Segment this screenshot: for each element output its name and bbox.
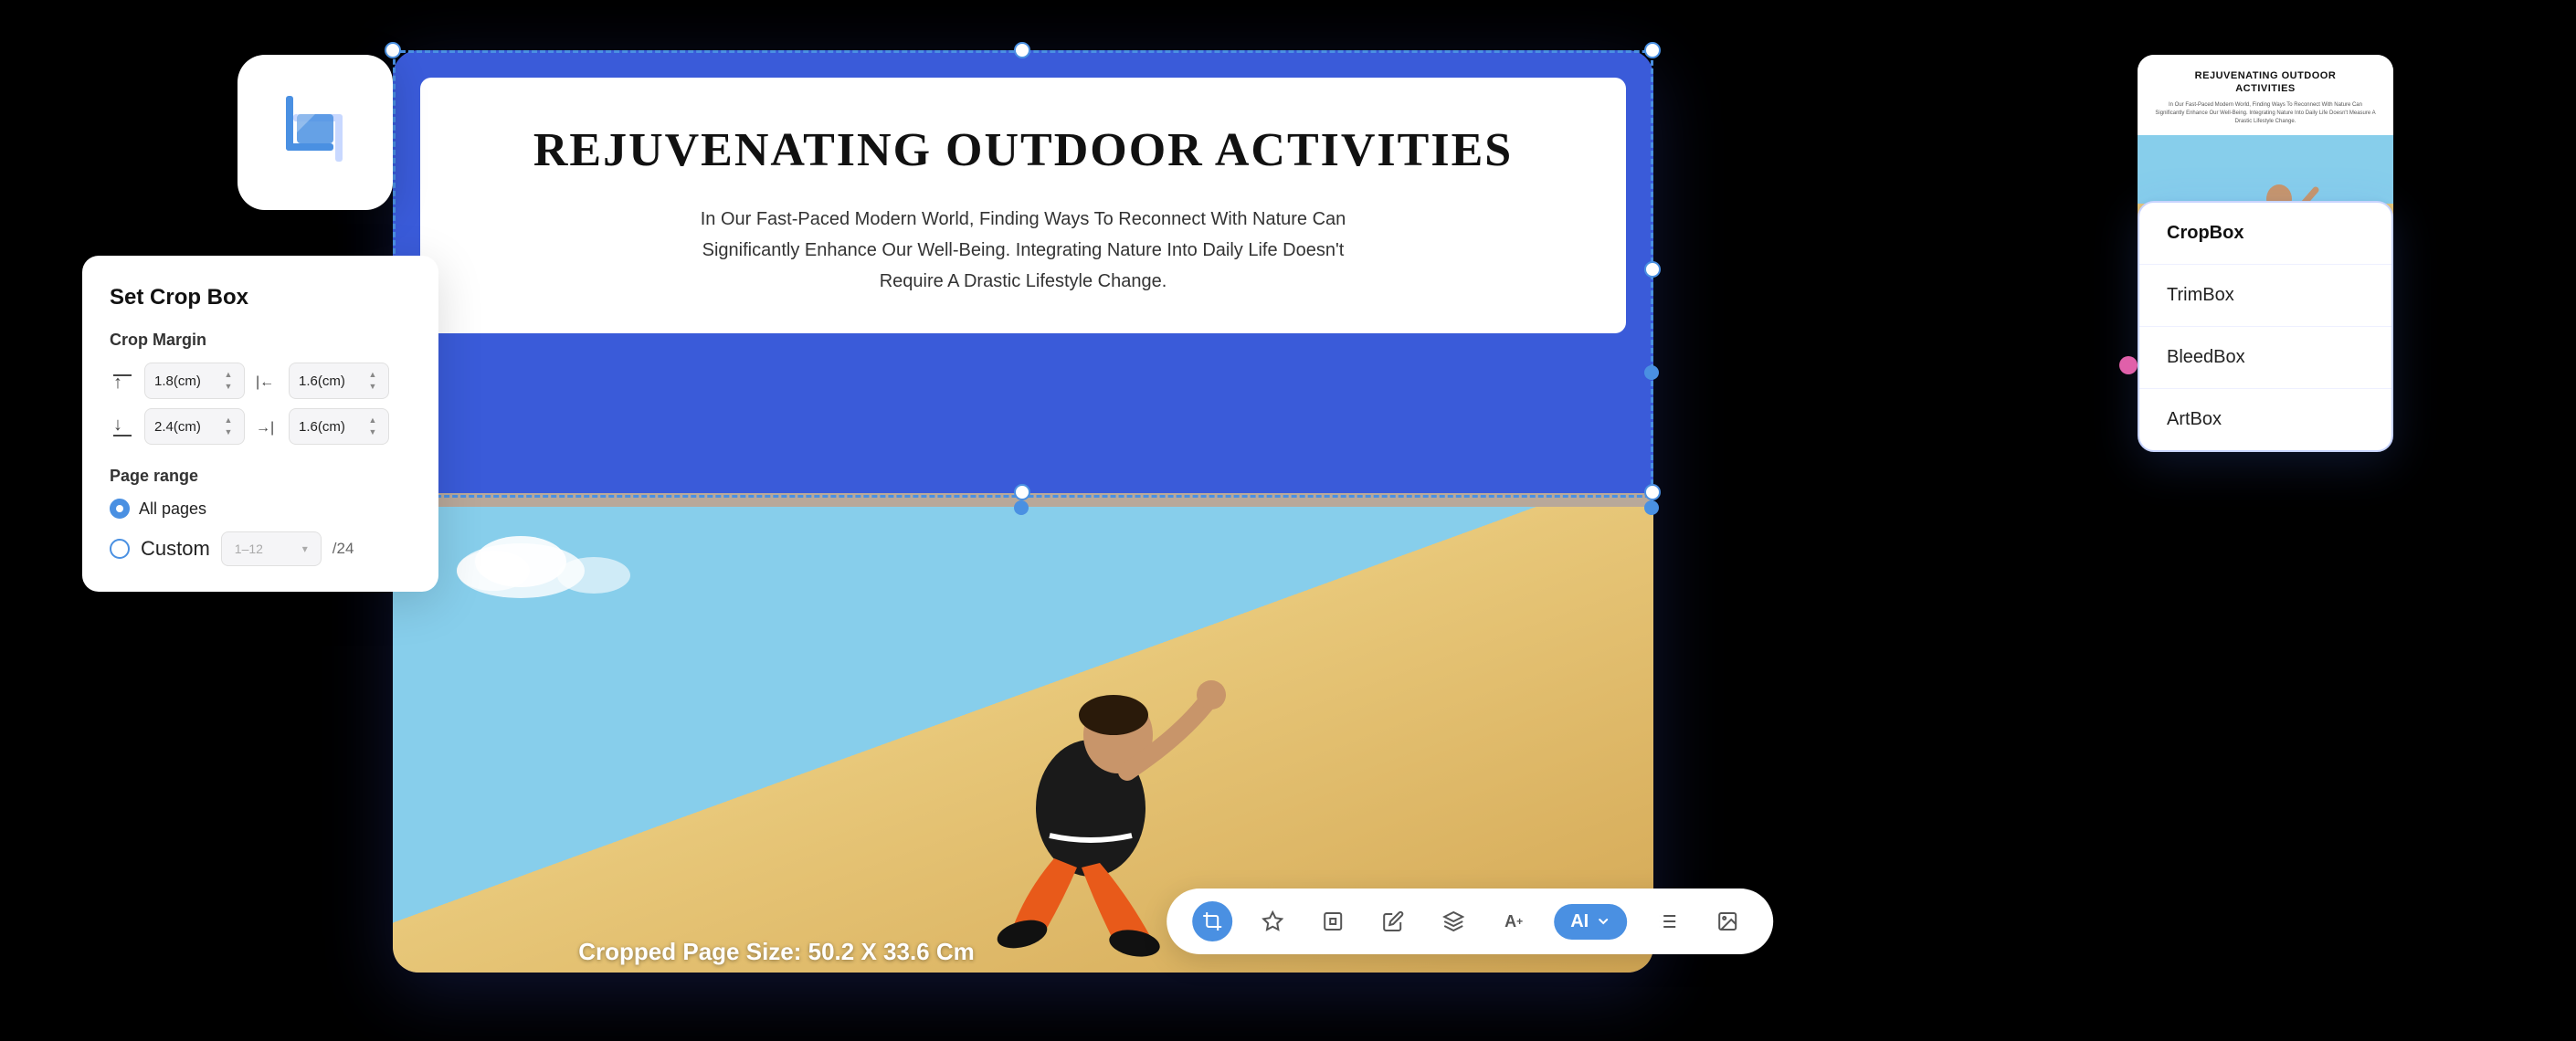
custom-row: Custom 1–12 ▾ /24 [110, 531, 411, 566]
text-tool-btn[interactable]: A+ [1494, 901, 1534, 941]
crop-dropdown: CropBox TrimBox BleedBox ArtBox [2138, 201, 2393, 452]
left-spinner[interactable]: ▲ ▼ [366, 370, 379, 393]
dropdown-item-cropbox[interactable]: CropBox [2139, 203, 2391, 265]
dropdown-item-artbox[interactable]: ArtBox [2139, 389, 2391, 450]
all-pages-radio[interactable] [110, 499, 130, 519]
handle-bc[interactable] [1014, 484, 1030, 500]
all-pages-row[interactable]: All pages [110, 499, 411, 519]
top-spin-up[interactable]: ▲ [222, 370, 235, 381]
crop-tool-btn[interactable] [1192, 901, 1232, 941]
handle-tc[interactable] [1014, 42, 1030, 58]
right-spin-up[interactable]: ▲ [366, 415, 379, 426]
svg-text:↓: ↓ [113, 415, 122, 435]
page-range-input[interactable]: 1–12 ▾ [221, 531, 322, 566]
cropped-size-label: Cropped Page Size: 50.2 X 33.6 Cm [578, 938, 975, 966]
handle-img-br[interactable] [1644, 500, 1659, 515]
page-range-section: Page range All pages Custom 1–12 ▾ /24 [110, 467, 411, 566]
dropdown-item-bleedbox[interactable]: BleedBox [2139, 327, 2391, 389]
bottom-spin-up[interactable]: ▲ [222, 415, 235, 426]
left-spin-down[interactable]: ▼ [366, 382, 379, 393]
svg-text:|←: |← [256, 374, 274, 390]
custom-radio[interactable] [110, 539, 130, 559]
star-tool-btn[interactable] [1252, 901, 1293, 941]
left-margin-icon: |← [254, 368, 280, 394]
panel-title: Set Crop Box [110, 285, 411, 310]
pdf-title: Rejuvenating Outdoor Activities [533, 123, 1513, 178]
crop-margin-label: Crop Margin [110, 331, 411, 350]
toolbar: A+ AI [1167, 889, 1773, 954]
image-tool-btn[interactable] [1707, 901, 1747, 941]
top-spinner[interactable]: ▲ ▼ [222, 370, 235, 393]
top-margin-icon: ↑ [110, 368, 135, 394]
connector-dot-pink [2119, 356, 2138, 374]
handle-mr[interactable] [1644, 261, 1661, 278]
thumb-title: Rejuvenating OutdoorActivities [2154, 69, 2377, 96]
right-margin-input[interactable]: 1.6(cm) ▲ ▼ [289, 408, 389, 445]
ai-tool-btn[interactable]: AI [1554, 904, 1627, 940]
bottom-spinner[interactable]: ▲ ▼ [222, 415, 235, 438]
total-pages-label: /24 [333, 540, 354, 558]
handle-img-mr[interactable] [1644, 365, 1659, 380]
left-margin-input[interactable]: 1.6(cm) ▲ ▼ [289, 363, 389, 399]
handle-img-bc[interactable] [1014, 500, 1029, 515]
crop-icon [269, 87, 361, 178]
thumb-body: In Our Fast-Paced Modern World, Finding … [2154, 101, 2377, 126]
all-pages-label: All pages [139, 499, 206, 519]
bottom-margin-icon: ↓ [110, 414, 135, 439]
handle-tl[interactable] [385, 42, 401, 58]
pdf-subtitle: In Our Fast-Paced Modern World, Finding … [694, 204, 1352, 297]
list-tool-btn[interactable] [1647, 901, 1687, 941]
right-spin-down[interactable]: ▼ [366, 427, 379, 438]
right-margin-icon: →| [254, 414, 280, 439]
right-spinner[interactable]: ▲ ▼ [366, 415, 379, 438]
svg-text:→|: →| [256, 420, 274, 436]
crop-icon-card [238, 55, 393, 210]
top-spin-down[interactable]: ▼ [222, 382, 235, 393]
bottom-margin-input[interactable]: 2.4(cm) ▲ ▼ [144, 408, 245, 445]
bottom-spin-down[interactable]: ▼ [222, 427, 235, 438]
edit-tool-btn[interactable] [1373, 901, 1413, 941]
scene: Rejuvenating Outdoor Activities In Our F… [0, 0, 2576, 1041]
thumbnail-text-area: Rejuvenating OutdoorActivities In Our Fa… [2138, 55, 2393, 135]
custom-label: Custom [141, 537, 210, 561]
fill-tool-btn[interactable] [1433, 901, 1473, 941]
top-margin-input[interactable]: 1.8(cm) ▲ ▼ [144, 363, 245, 399]
pdf-content-area: Rejuvenating Outdoor Activities In Our F… [420, 78, 1626, 333]
dropdown-item-trimbox[interactable]: TrimBox [2139, 265, 2391, 327]
handle-tr[interactable] [1644, 42, 1661, 58]
left-spin-up[interactable]: ▲ [366, 370, 379, 381]
crop-box-panel: Set Crop Box Crop Margin ↑ 1.8(cm) ▲ ▼ |… [82, 256, 438, 592]
handle-br[interactable] [1644, 484, 1661, 500]
page-range-label: Page range [110, 467, 411, 486]
box-tool-btn[interactable] [1313, 901, 1353, 941]
clouds-svg [448, 525, 630, 598]
